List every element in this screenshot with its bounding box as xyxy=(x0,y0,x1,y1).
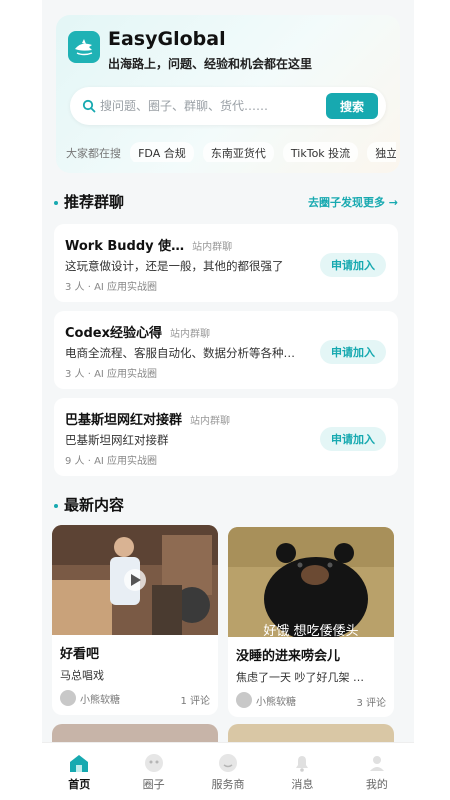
user-icon xyxy=(369,756,384,771)
content-card[interactable]: 好饿 想吃倭倭头 没睡的进来唠会儿 焦虑了一天 吵了好几架 … 小熊软糖 3 评… xyxy=(228,527,394,717)
search-bar[interactable]: 搜索 xyxy=(70,87,386,125)
group-desc: 电商全流程、客服自动化、数据分析等各种… xyxy=(65,346,295,360)
join-group-button[interactable]: 申请加入 xyxy=(320,427,386,451)
hot-tag[interactable]: FDA 合规 xyxy=(130,142,194,162)
content-author: 小熊软糖 xyxy=(60,690,120,706)
group-name: Work Buddy 使… 站内群聊 xyxy=(65,239,233,254)
section-title-groups: 推荐群聊 xyxy=(54,191,124,212)
group-desc: 巴基斯坦网红对接群 xyxy=(65,433,169,447)
avatar xyxy=(236,692,252,708)
group-name: Codex经验心得 站内群聊 xyxy=(65,326,210,341)
video-thumbnail[interactable] xyxy=(52,525,218,635)
bell-icon xyxy=(296,756,309,772)
header-card: EasyGlobal 出海路上，问题、经验和机会都在这里 搜索 大家都在搜 FD… xyxy=(56,15,400,173)
section-title-feed: 最新内容 xyxy=(54,494,124,515)
content-title: 好看吧 xyxy=(60,647,100,662)
content-desc: 马总唱戏 xyxy=(60,669,104,682)
hot-tag[interactable]: 东南亚货代 xyxy=(202,142,274,162)
search-button[interactable]: 搜索 xyxy=(326,93,378,119)
group-desc: 这玩意做设计，还是一般，其他的都很强了 xyxy=(65,259,284,273)
tab-profile[interactable]: 我的 xyxy=(340,743,414,800)
search-input[interactable] xyxy=(100,96,310,116)
tab-circle[interactable]: 圈子 xyxy=(116,743,190,800)
app-logo xyxy=(68,31,100,63)
join-group-button[interactable]: 申请加入 xyxy=(320,253,386,277)
image-caption: 好饿 想吃倭倭头 xyxy=(263,623,358,637)
app-subtitle: 出海路上，问题、经验和机会都在这里 xyxy=(108,57,313,71)
content-title: 没睡的进来唠会儿 xyxy=(236,649,341,664)
content-desc: 焦虑了一天 吵了好几架 … xyxy=(236,671,364,684)
content-author: 小熊软糖 xyxy=(236,692,296,708)
hot-tag[interactable]: TikTok 投流 xyxy=(282,142,359,162)
group-meta: 3 人 · AI 应用实战圈 xyxy=(65,282,158,293)
home-icon xyxy=(70,755,89,772)
hot-tag[interactable]: 独立 xyxy=(367,142,396,162)
group-card[interactable]: Codex经验心得 站内群聊 电商全流程、客服自动化、数据分析等各种… 3 人 ·… xyxy=(54,311,398,389)
group-meta: 3 人 · AI 应用实战圈 xyxy=(65,369,158,380)
tab-label: 首页 xyxy=(68,778,91,791)
group-name: 巴基斯坦网红对接群 站内群聊 xyxy=(65,413,231,428)
tab-label: 服务商 xyxy=(211,778,245,791)
group-card[interactable]: 巴基斯坦网红对接群 站内群聊 巴基斯坦网红对接群 9 人 · AI 应用实战圈 申… xyxy=(54,398,398,476)
tab-label: 我的 xyxy=(365,778,388,791)
tab-home[interactable]: 首页 xyxy=(42,743,116,800)
bottom-tab-bar: 首页 圈子 服务商 消息 我的 xyxy=(42,742,414,800)
group-meta: 9 人 · AI 应用实战圈 xyxy=(65,456,158,467)
tab-label: 圈子 xyxy=(142,778,165,791)
group-kind: 站内群聊 xyxy=(169,329,210,340)
discover-more-link[interactable]: 去圈子发现更多 → xyxy=(308,194,398,210)
app-title: EasyGlobal xyxy=(108,28,226,50)
group-kind: 站内群聊 xyxy=(190,416,231,427)
join-group-button[interactable]: 申请加入 xyxy=(320,340,386,364)
tab-service[interactable]: 服务商 xyxy=(191,743,265,800)
circle-icon xyxy=(144,754,163,772)
service-icon xyxy=(219,754,238,772)
bear-image[interactable]: 好饿 想吃倭倭头 xyxy=(228,527,394,637)
search-icon xyxy=(82,99,96,113)
comment-count: 3 评论 xyxy=(356,698,386,709)
tab-label: 消息 xyxy=(291,778,314,791)
hot-search-label: 大家都在搜 xyxy=(66,147,121,160)
avatar xyxy=(60,690,76,706)
content-card[interactable]: 好看吧 马总唱戏 小熊软糖 1 评论 xyxy=(52,525,218,715)
comment-count: 1 评论 xyxy=(180,696,210,707)
hot-search-row: 大家都在搜 FDA 合规 东南亚货代 TikTok 投流 独立 xyxy=(66,142,396,162)
app-screen: EasyGlobal 出海路上，问题、经验和机会都在这里 搜索 大家都在搜 FD… xyxy=(42,0,414,800)
shark-icon xyxy=(75,39,93,56)
tab-messages[interactable]: 消息 xyxy=(265,743,339,800)
group-kind: 站内群聊 xyxy=(192,242,233,253)
group-card[interactable]: Work Buddy 使… 站内群聊 这玩意做设计，还是一般，其他的都很强了 3 … xyxy=(54,224,398,302)
